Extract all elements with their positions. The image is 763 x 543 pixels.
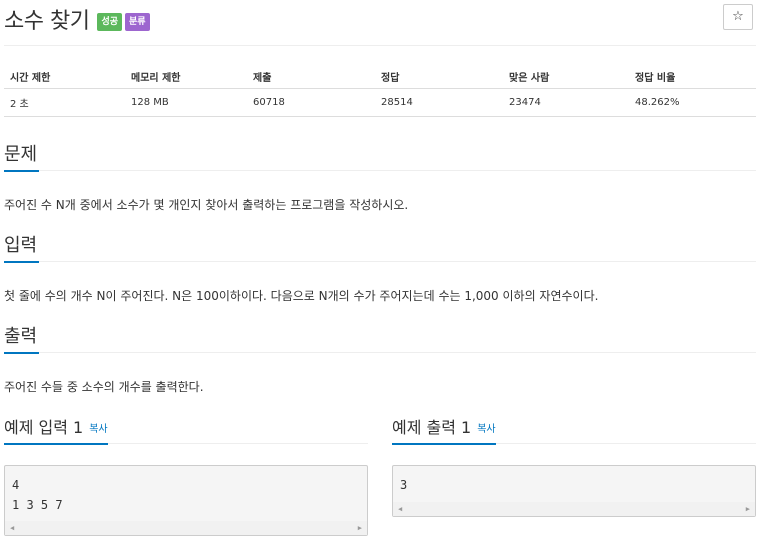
header-accepted: 정답: [375, 64, 503, 89]
table-row: 2 초 128 MB 60718 28514 23474 48.262%: [4, 88, 756, 117]
sample-input-title: 예제 입력 1: [4, 418, 84, 437]
accepted-value: 28514: [375, 88, 503, 117]
classified-badge[interactable]: 분류: [125, 13, 150, 31]
sample-output-header: 예제 출력 1 복사: [392, 416, 756, 445]
sample-input-box[interactable]: 4 1 3 5 7 ◀ ▶: [4, 465, 368, 536]
header-solvers: 맞은 사람: [503, 64, 629, 89]
sample-input-content: 4 1 3 5 7: [12, 478, 63, 512]
problem-info-table: 시간 제한 메모리 제한 제출 정답 맞은 사람 정답 비율 2 초 128 M…: [4, 64, 756, 117]
header-submissions: 제출: [247, 64, 375, 89]
title-divider: [4, 45, 756, 46]
scroll-right-icon[interactable]: ▶: [358, 524, 362, 532]
copy-output-button[interactable]: 복사: [477, 424, 495, 435]
description-section-header: 문제: [4, 143, 756, 172]
problem-title: 소수 찾기: [4, 9, 90, 34]
header-memory-limit: 메모리 제한: [125, 64, 247, 89]
info-header-row: 시간 제한 메모리 제한 제출 정답 맞은 사람 정답 비율: [4, 64, 756, 89]
ratio-value: 48.262%: [629, 88, 756, 117]
horizontal-scrollbar[interactable]: ◀ ▶: [5, 521, 367, 535]
output-section-header: 출력: [4, 325, 756, 354]
output-heading: 출력: [4, 325, 40, 354]
copy-input-button[interactable]: 복사: [89, 424, 107, 435]
star-icon: ☆: [732, 9, 744, 24]
star-button[interactable]: ☆: [723, 4, 753, 30]
scroll-right-icon[interactable]: ▶: [746, 505, 750, 513]
memory-limit-value: 128 MB: [125, 88, 247, 117]
output-text: 주어진 수들 중 소수의 개수를 출력한다.: [4, 380, 204, 394]
time-limit-value: 2 초: [4, 88, 125, 117]
header-time-limit: 시간 제한: [4, 64, 125, 89]
sample-output-title: 예제 출력 1: [392, 418, 472, 437]
input-section-header: 입력: [4, 234, 756, 263]
success-badge[interactable]: 성공: [97, 13, 123, 31]
header-ratio: 정답 비율: [629, 64, 756, 89]
sample-output-heading: 예제 출력 1 복사: [392, 416, 496, 445]
input-text: 첫 줄에 수의 개수 N이 주어진다. N은 100이하이다. 다음으로 N개의…: [4, 289, 599, 303]
sample-input-header: 예제 입력 1 복사: [4, 416, 368, 445]
description-text: 주어진 수 N개 중에서 소수가 몇 개인지 찾아서 출력하는 프로그램을 작성…: [4, 198, 409, 212]
solvers-value[interactable]: 23474: [503, 88, 629, 117]
sample-input-heading: 예제 입력 1 복사: [4, 416, 108, 445]
horizontal-scrollbar[interactable]: ◀ ▶: [393, 502, 755, 516]
description-heading: 문제: [4, 143, 40, 172]
sample-output-box[interactable]: 3 ◀ ▶: [392, 465, 756, 517]
problem-header: 소수 찾기 성공 분류: [4, 5, 150, 34]
input-heading: 입력: [4, 234, 40, 263]
submissions-value[interactable]: 60718: [247, 88, 375, 117]
scroll-left-icon[interactable]: ◀: [10, 524, 14, 532]
sample-output-content: 3: [400, 478, 408, 492]
scroll-left-icon[interactable]: ◀: [398, 505, 402, 513]
